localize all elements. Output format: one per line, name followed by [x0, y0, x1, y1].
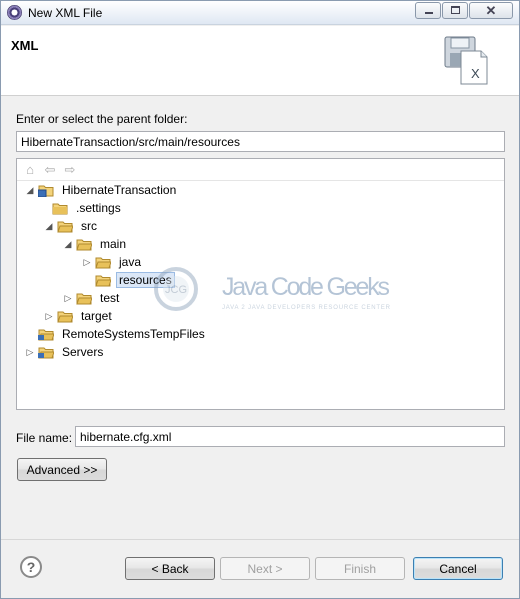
watermark-badge: JCG [165, 284, 187, 296]
tree-node-java[interactable]: ▷ java [81, 253, 144, 271]
watermark-logo-text: Java Code Geeks [222, 273, 390, 301]
project-folder-icon [38, 347, 54, 358]
expand-arrow-icon[interactable]: ▷ [81, 256, 93, 268]
help-icon[interactable]: ? [20, 556, 42, 578]
minimize-icon [425, 12, 433, 14]
separator [1, 539, 519, 540]
tree-node-label: target [81, 309, 112, 323]
tree-node-label: src [81, 219, 97, 233]
tree-node-remotesystemstempfiles[interactable]: RemoteSystemsTempFiles [24, 325, 208, 343]
collapse-arrow-icon[interactable]: ◢ [62, 238, 74, 250]
project-folder-icon [38, 329, 54, 340]
file-name-input[interactable]: hibernate.cfg.xml [75, 426, 505, 447]
tree-node-label: HibernateTransaction [62, 183, 177, 197]
tree-node-label: Servers [62, 345, 104, 359]
maximize-icon [451, 6, 460, 14]
tree-node-main[interactable]: ◢ main [62, 235, 129, 253]
title-bar: New XML File ✕ [1, 1, 519, 25]
wizard-banner: XML X [1, 26, 519, 96]
folder-open-icon [57, 221, 73, 232]
back-button[interactable]: < Back [125, 557, 215, 580]
minimize-button[interactable] [415, 2, 441, 19]
folder-open-icon [76, 293, 92, 304]
wizard-title: XML [11, 38, 39, 53]
home-icon[interactable]: ⌂ [23, 163, 37, 177]
forward-arrow-icon[interactable]: ⇨ [63, 163, 77, 177]
expand-arrow-icon[interactable]: ▷ [43, 310, 55, 322]
window-title: New XML File [28, 6, 103, 20]
window-controls: ✕ [415, 2, 513, 19]
tree-node-label: test [100, 291, 120, 305]
tree-node-label: RemoteSystemsTempFiles [62, 327, 205, 341]
tree-node-target[interactable]: ▷ target [43, 307, 115, 325]
folder-open-icon [95, 275, 111, 286]
tree-node-servers[interactable]: ▷ Servers [24, 343, 106, 361]
parent-folder-label: Enter or select the parent folder: [16, 112, 188, 126]
new-xml-file-dialog: New XML File ✕ XML X Enter or select the… [0, 0, 520, 599]
back-arrow-icon[interactable]: ⇦ [43, 163, 57, 177]
parent-folder-input[interactable]: HibernateTransaction/src/main/resources [16, 131, 505, 152]
collapse-arrow-icon[interactable]: ◢ [24, 184, 36, 196]
tree-node-hibernatetransaction[interactable]: ◢ HibernateTransaction [24, 181, 179, 199]
finish-button[interactable]: Finish [315, 557, 405, 580]
tree-node-label: main [100, 237, 127, 251]
advanced-button[interactable]: Advanced >> [17, 458, 107, 481]
expand-arrow-icon[interactable]: ▷ [62, 292, 74, 304]
folder-open-icon [95, 257, 111, 268]
maximize-button[interactable] [442, 2, 468, 19]
tree-node-src[interactable]: ◢ src [43, 217, 100, 235]
collapse-arrow-icon[interactable]: ◢ [43, 220, 55, 232]
watermark-tagline: JAVA 2 JAVA DEVELOPERS RESOURCE CENTER [222, 305, 391, 311]
project-folder-icon [38, 185, 54, 197]
expand-arrow-icon[interactable]: ▷ [24, 346, 36, 358]
tree-node-settings[interactable]: .settings [38, 199, 124, 217]
folder-icon [52, 203, 68, 214]
tree-toolbar: ⌂ ⇦ ⇨ [17, 159, 504, 181]
cancel-button[interactable]: Cancel [413, 557, 503, 580]
file-name-label: File name: [16, 431, 73, 445]
folder-tree[interactable]: ⌂ ⇦ ⇨ ◢ HibernateTransaction .settings ◢… [16, 158, 505, 410]
close-icon: ✕ [485, 3, 497, 18]
close-button[interactable]: ✕ [469, 2, 513, 19]
svg-text:X: X [471, 66, 480, 81]
tree-node-test[interactable]: ▷ test [62, 289, 122, 307]
xml-file-wizard-icon: X [444, 36, 488, 85]
folder-open-icon [57, 311, 73, 322]
tree-node-label: .settings [76, 201, 121, 215]
eclipse-icon [7, 5, 22, 20]
tree-node-label: java [119, 255, 142, 269]
watermark-logo: JCG Java Code Geeks JAVA 2 JAVA DEVELOPE… [154, 267, 391, 311]
next-button[interactable]: Next > [220, 557, 310, 580]
folder-open-icon [76, 239, 92, 250]
